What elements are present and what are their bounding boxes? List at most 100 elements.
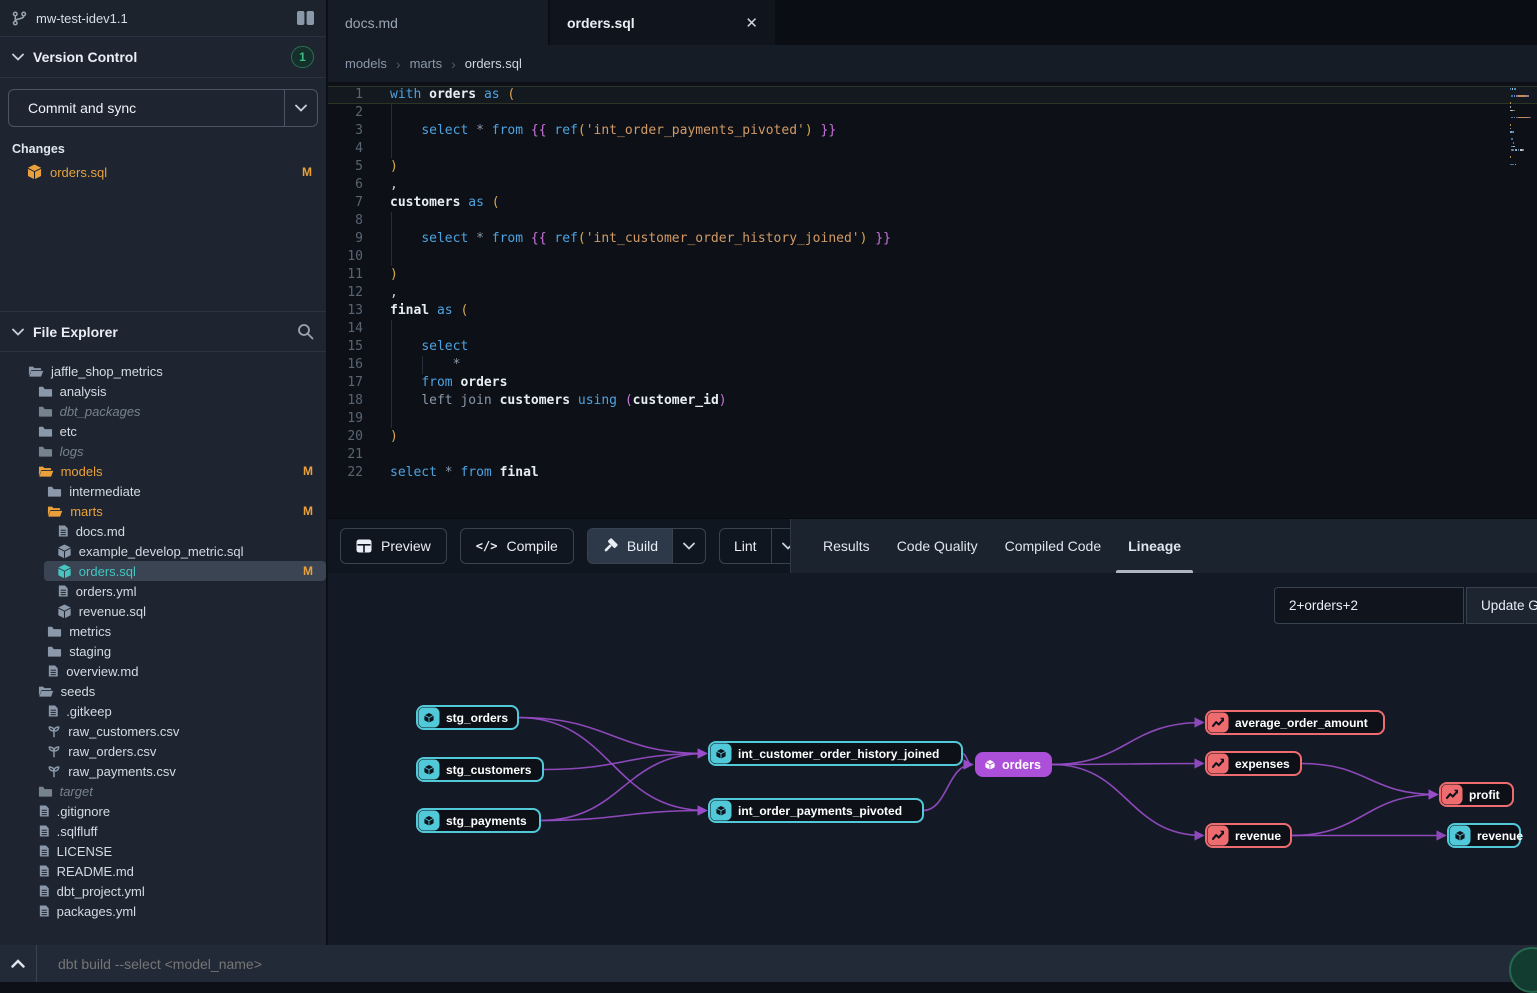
code-editor[interactable]: 1with orders as (23 select * from {{ ref… bbox=[328, 82, 1537, 518]
lineage-node-stg_orders[interactable]: stg_orders bbox=[417, 706, 518, 729]
build-options-caret[interactable] bbox=[672, 529, 705, 563]
tab-orders-sql[interactable]: orders.sql ✕ bbox=[550, 0, 777, 45]
commit-and-sync-button[interactable]: Commit and sync bbox=[8, 89, 318, 127]
breadcrumb-orders-sql[interactable]: orders.sql bbox=[465, 56, 522, 71]
chevron-up-icon[interactable] bbox=[0, 945, 37, 982]
changed-file-orders-sql[interactable]: orders.sql M bbox=[0, 161, 326, 183]
lineage-selector-input[interactable] bbox=[1274, 587, 1464, 624]
tree-item-analysis[interactable]: analysis bbox=[0, 381, 326, 401]
tree-item-raw-orders-csv[interactable]: raw_orders.csv bbox=[0, 741, 326, 761]
lineage-node-revenue_model[interactable]: revenue bbox=[1448, 824, 1523, 847]
tree-item-seeds[interactable]: seeds bbox=[0, 681, 326, 701]
tree-item--sqlfluff[interactable]: .sqlfluff bbox=[0, 821, 326, 841]
tree-item-etc[interactable]: etc bbox=[0, 421, 326, 441]
build-main[interactable]: Build bbox=[588, 529, 672, 563]
file-icon bbox=[47, 704, 59, 718]
tree-item-metrics[interactable]: metrics bbox=[0, 621, 326, 641]
build-button[interactable]: Build bbox=[587, 528, 706, 564]
tree-item-label: .sqlfluff bbox=[57, 824, 98, 839]
breadcrumb-models[interactable]: models bbox=[345, 56, 387, 71]
tab-code-quality[interactable]: Code Quality bbox=[895, 519, 980, 573]
code-line-15[interactable]: 15 select bbox=[328, 338, 1537, 356]
code-line-10[interactable]: 10 bbox=[328, 248, 1537, 266]
lineage-node-int_customer_order_history_joined[interactable]: int_customer_order_history_joined bbox=[709, 742, 962, 765]
code-line-19[interactable]: 19 bbox=[328, 410, 1537, 428]
tree-item-raw-customers-csv[interactable]: raw_customers.csv bbox=[0, 721, 326, 741]
code-line-21[interactable]: 21 bbox=[328, 446, 1537, 464]
tree-item-label: marts bbox=[70, 504, 103, 519]
lineage-node-average_order_amount[interactable]: average_order_amount bbox=[1206, 711, 1384, 734]
tree-item-docs-md[interactable]: docs.md bbox=[0, 521, 326, 541]
svg-text:stg_customers: stg_customers bbox=[446, 763, 532, 777]
file-explorer-header[interactable]: File Explorer bbox=[0, 311, 326, 352]
tree-item-marts[interactable]: martsM bbox=[0, 501, 326, 521]
lineage-node-expenses[interactable]: expenses bbox=[1206, 752, 1301, 775]
code-line-8[interactable]: 8 bbox=[328, 212, 1537, 230]
lineage-graph[interactable]: stg_orders stg_customers stg_payments int_c… bbox=[328, 573, 1537, 945]
line-number: 9 bbox=[328, 230, 363, 248]
code-line-9[interactable]: 9 select * from {{ ref('int_customer_ord… bbox=[328, 230, 1537, 248]
lineage-node-revenue_metric[interactable]: revenue bbox=[1206, 824, 1291, 847]
code-line-1[interactable]: 1with orders as ( bbox=[328, 86, 1537, 104]
tree-item-packages-yml[interactable]: packages.yml bbox=[0, 901, 326, 921]
tree-item-dbt-project-yml[interactable]: dbt_project.yml bbox=[0, 881, 326, 901]
code-line-13[interactable]: 13final as ( bbox=[328, 302, 1537, 320]
lint-main[interactable]: Lint bbox=[720, 529, 771, 563]
tree-item-target[interactable]: target bbox=[0, 781, 326, 801]
code-line-22[interactable]: 22select * from final bbox=[328, 464, 1537, 482]
tab-results[interactable]: Results bbox=[821, 519, 872, 573]
command-input[interactable] bbox=[56, 955, 656, 973]
tree-item-staging[interactable]: staging bbox=[0, 641, 326, 661]
tree-item--gitignore[interactable]: .gitignore bbox=[0, 801, 326, 821]
code-line-16[interactable]: 16 * bbox=[328, 356, 1537, 374]
preview-button[interactable]: Preview bbox=[340, 528, 447, 564]
minimap[interactable] bbox=[1510, 88, 1534, 198]
code-line-11[interactable]: 11) bbox=[328, 266, 1537, 284]
tree-item-dbt-packages[interactable]: dbt_packages bbox=[0, 401, 326, 421]
tab-compiled-code[interactable]: Compiled Code bbox=[1003, 519, 1104, 573]
search-icon[interactable] bbox=[297, 323, 314, 340]
version-control-header[interactable]: Version Control 1 bbox=[0, 37, 326, 78]
code-line-20[interactable]: 20) bbox=[328, 428, 1537, 446]
lineage-node-stg_customers[interactable]: stg_customers bbox=[417, 758, 543, 781]
code-line-3[interactable]: 3 select * from {{ ref('int_order_paymen… bbox=[328, 122, 1537, 140]
tree-item-intermediate[interactable]: intermediate bbox=[0, 481, 326, 501]
code-line-12[interactable]: 12, bbox=[328, 284, 1537, 302]
tree-item--gitkeep[interactable]: .gitkeep bbox=[0, 701, 326, 721]
code-line-7[interactable]: 7customers as ( bbox=[328, 194, 1537, 212]
code-line-5[interactable]: 5) bbox=[328, 158, 1537, 176]
seed-icon bbox=[47, 724, 61, 738]
tree-item-jaffle-shop-metrics[interactable]: jaffle_shop_metrics bbox=[0, 361, 326, 381]
status-indicator[interactable] bbox=[1509, 947, 1537, 993]
tree-item-revenue-sql[interactable]: revenue.sql bbox=[0, 601, 326, 621]
tree-item-orders-yml[interactable]: orders.yml bbox=[0, 581, 326, 601]
code-line-6[interactable]: 6, bbox=[328, 176, 1537, 194]
lineage-node-int_order_payments_pivoted[interactable]: int_order_payments_pivoted bbox=[709, 799, 923, 822]
tree-item-raw-payments-csv[interactable]: raw_payments.csv bbox=[0, 761, 326, 781]
tree-item-readme-md[interactable]: README.md bbox=[0, 861, 326, 881]
code-line-2[interactable]: 2 bbox=[328, 104, 1537, 122]
lineage-node-stg_payments[interactable]: stg_payments bbox=[417, 809, 540, 832]
tree-item-models[interactable]: modelsM bbox=[0, 461, 326, 481]
compile-button[interactable]: </> Compile bbox=[460, 528, 574, 564]
code-line-18[interactable]: 18 left join customers using (customer_i… bbox=[328, 392, 1537, 410]
chevron-down-icon[interactable] bbox=[12, 53, 24, 61]
commit-options-caret[interactable] bbox=[284, 90, 317, 126]
code-line-14[interactable]: 14 bbox=[328, 320, 1537, 338]
breadcrumb-marts[interactable]: marts bbox=[410, 56, 443, 71]
chevron-down-icon[interactable] bbox=[12, 328, 24, 336]
tree-item-orders-sql[interactable]: orders.sqlM bbox=[44, 561, 326, 581]
tab-docs-md[interactable]: docs.md bbox=[328, 0, 550, 45]
lineage-node-profit[interactable]: profit bbox=[1440, 783, 1513, 806]
tree-item-example-develop-metric-sql[interactable]: example_develop_metric.sql bbox=[0, 541, 326, 561]
tree-item-license[interactable]: LICENSE bbox=[0, 841, 326, 861]
code-line-17[interactable]: 17 from orders bbox=[328, 374, 1537, 392]
tree-item-overview-md[interactable]: overview.md bbox=[0, 661, 326, 681]
split-view-icon[interactable] bbox=[297, 11, 314, 25]
close-icon[interactable]: ✕ bbox=[745, 14, 758, 32]
lineage-node-orders[interactable]: orders bbox=[975, 752, 1052, 777]
tree-item-logs[interactable]: logs bbox=[0, 441, 326, 461]
code-line-4[interactable]: 4 bbox=[328, 140, 1537, 158]
tab-lineage[interactable]: Lineage bbox=[1126, 519, 1183, 573]
update-graph-button[interactable]: Update G bbox=[1466, 587, 1537, 624]
